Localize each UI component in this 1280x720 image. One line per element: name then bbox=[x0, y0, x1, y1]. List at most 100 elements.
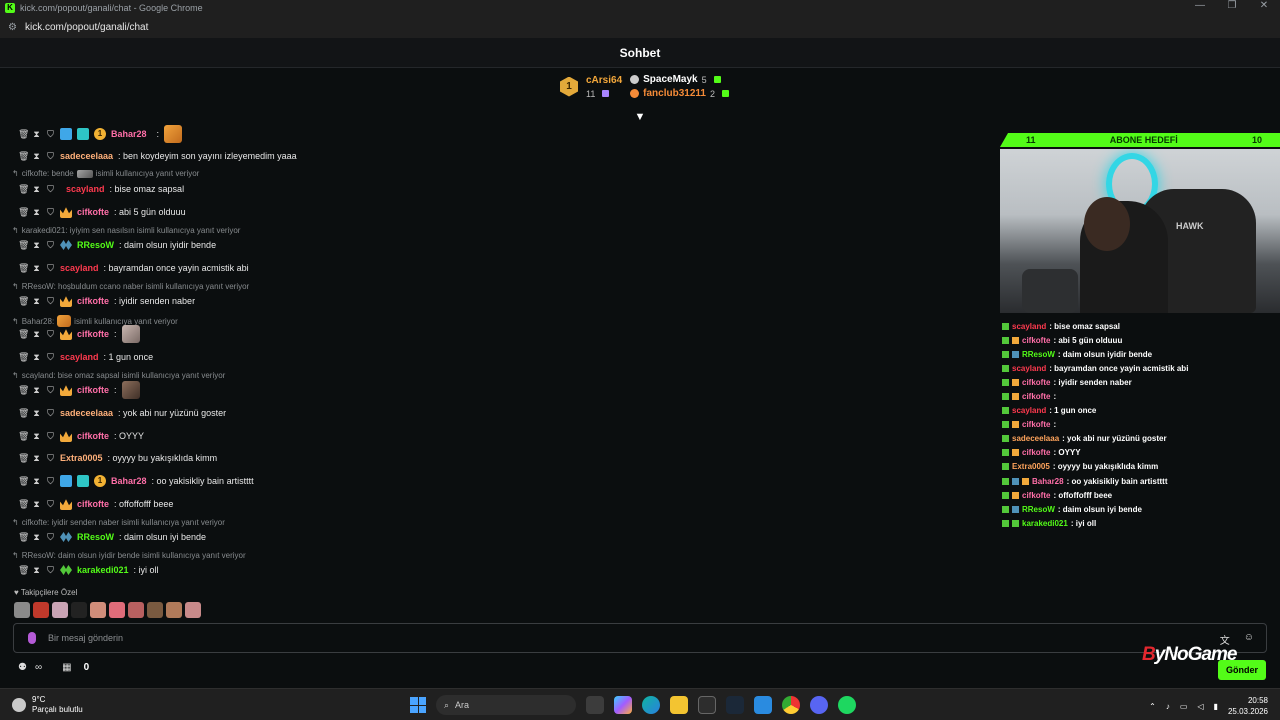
username[interactable]: Bahar28 bbox=[111, 476, 147, 486]
clock[interactable]: 20:58 25.03.2026 bbox=[1228, 695, 1268, 717]
delete-icon[interactable]: 🗑 bbox=[18, 263, 29, 274]
username[interactable]: cifkofte bbox=[77, 499, 109, 509]
maximize-button[interactable]: ❐ bbox=[1216, 0, 1248, 11]
timeout-icon[interactable]: ⧗ bbox=[32, 207, 41, 218]
timeout-icon[interactable]: ⧗ bbox=[32, 129, 41, 140]
emote-icon[interactable] bbox=[52, 602, 68, 618]
delete-icon[interactable]: 🗑 bbox=[18, 408, 29, 419]
delete-icon[interactable]: 🗑 bbox=[18, 532, 29, 543]
site-settings-icon[interactable]: ⚙ bbox=[8, 22, 17, 33]
ban-icon[interactable]: ⛉ bbox=[46, 329, 55, 340]
reply-context[interactable]: ↰ karakedi021: iyiyim sen nasılsın isimli… bbox=[12, 226, 240, 235]
delete-icon[interactable]: 🗑 bbox=[18, 385, 29, 396]
delete-icon[interactable]: 🗑 bbox=[18, 240, 29, 251]
ban-icon[interactable]: ⛉ bbox=[46, 263, 55, 274]
delete-icon[interactable]: 🗑 bbox=[18, 329, 29, 340]
windows-start-icon[interactable] bbox=[410, 697, 426, 713]
ban-icon[interactable]: ⛉ bbox=[46, 499, 55, 510]
delete-icon[interactable]: 🗑 bbox=[18, 431, 29, 442]
timeout-icon[interactable]: ⧗ bbox=[32, 329, 41, 340]
timeout-icon[interactable]: ⧗ bbox=[32, 352, 41, 363]
ban-icon[interactable]: ⛉ bbox=[46, 184, 55, 195]
username[interactable]: cifkofte bbox=[77, 207, 109, 217]
emote-icon[interactable] bbox=[14, 602, 30, 618]
mail-icon[interactable] bbox=[754, 696, 772, 714]
chat-message[interactable]: 🗑 ⧗ ⛉ Extra0005: oyyyy bu yakışıklıda kimm bbox=[18, 450, 217, 466]
delete-icon[interactable]: 🗑 bbox=[18, 184, 29, 195]
chat-message[interactable]: 🗑 ⧗ ⛉ scayland: bayramdan once yayin acmis… bbox=[18, 260, 249, 276]
ban-icon[interactable]: ⛉ bbox=[46, 453, 55, 464]
gifter-top[interactable]: cArsi64 11 bbox=[586, 75, 622, 99]
timeout-icon[interactable]: ⧗ bbox=[32, 408, 41, 419]
reply-context[interactable]: ↰ cifkofte: bende isimli kullanıcıya yanıt… bbox=[12, 169, 199, 178]
timeout-icon[interactable]: ⧗ bbox=[32, 476, 41, 487]
ban-icon[interactable]: ⛉ bbox=[46, 207, 55, 218]
ban-icon[interactable]: ⛉ bbox=[46, 565, 55, 576]
chat-message[interactable]: 🗑 ⧗ ⛉ 1 Bahar28: bbox=[18, 125, 183, 143]
task-view-icon[interactable] bbox=[586, 696, 604, 714]
chat-message[interactable]: 🗑 ⧗ ⛉ RResoW: daim olsun iyidir bende bbox=[18, 237, 216, 253]
store-icon[interactable] bbox=[698, 696, 716, 714]
username[interactable]: cifkofte bbox=[77, 296, 109, 306]
gifter-row[interactable]: SpaceMayk 5 bbox=[630, 74, 729, 85]
send-button[interactable]: Gönder bbox=[1218, 660, 1266, 680]
delete-icon[interactable]: 🗑 bbox=[18, 129, 29, 140]
reply-context[interactable]: ↰ RResoW: daim olsun iyidir bende isimli … bbox=[12, 551, 246, 560]
emote-icon[interactable] bbox=[147, 602, 163, 618]
ban-icon[interactable]: ⛉ bbox=[46, 532, 55, 543]
delete-icon[interactable]: 🗑 bbox=[18, 499, 29, 510]
chevron-up-icon[interactable]: ⌃ bbox=[1149, 702, 1156, 711]
timeout-icon[interactable]: ⧗ bbox=[32, 532, 41, 543]
reply-context[interactable]: ↰ scayland: bise omaz sapsal isimli kulla… bbox=[12, 371, 225, 380]
spotify-icon[interactable] bbox=[838, 696, 856, 714]
scroll-down-icon[interactable]: ▼ bbox=[634, 111, 646, 123]
reply-context[interactable]: ↰ cifkofte: iyidir senden naber isimli ku… bbox=[12, 518, 225, 527]
ban-icon[interactable]: ⛉ bbox=[46, 476, 55, 487]
emoji-icon[interactable]: ☺ bbox=[1244, 632, 1254, 647]
network-icon[interactable]: ▭ bbox=[1180, 702, 1188, 711]
timeout-icon[interactable]: ⧗ bbox=[32, 240, 41, 251]
volume-icon[interactable]: ◁ bbox=[1197, 702, 1203, 711]
steam-icon[interactable] bbox=[726, 696, 744, 714]
timeout-icon[interactable]: ⧗ bbox=[32, 296, 41, 307]
users-icon[interactable]: ⚉ bbox=[18, 662, 27, 673]
chat-message[interactable]: 🗑 ⧗ ⛉ karakedi021: iyi oll bbox=[18, 562, 159, 578]
timeout-icon[interactable]: ⧗ bbox=[32, 499, 41, 510]
emote-icon[interactable] bbox=[90, 602, 106, 618]
gifter-name[interactable]: fanclub31211 bbox=[643, 88, 706, 99]
url-text[interactable]: kick.com/popout/ganali/chat bbox=[25, 22, 148, 33]
mic-tray-icon[interactable]: ♪ bbox=[1166, 702, 1170, 711]
ban-icon[interactable]: ⛉ bbox=[46, 151, 55, 162]
ban-icon[interactable]: ⛉ bbox=[46, 296, 55, 307]
username[interactable]: sadeceelaaa bbox=[60, 151, 113, 161]
emote-icon[interactable] bbox=[185, 602, 201, 618]
chat-message[interactable]: 🗑 ⧗ ⛉ cifkofte: OYYY bbox=[18, 428, 144, 444]
username[interactable]: sadeceelaaa bbox=[60, 408, 113, 418]
delete-icon[interactable]: 🗑 bbox=[18, 352, 29, 363]
minimize-button[interactable]: — bbox=[1184, 0, 1216, 11]
delete-icon[interactable]: 🗑 bbox=[18, 453, 29, 464]
delete-icon[interactable]: 🗑 bbox=[18, 565, 29, 576]
delete-icon[interactable]: 🗑 bbox=[18, 151, 29, 162]
username[interactable]: karakedi021 bbox=[77, 565, 129, 575]
emote-icon[interactable] bbox=[71, 602, 87, 618]
chat-message[interactable]: 🗑 ⧗ ⛉ sadeceelaaa: yok abi nur yüzünü gost… bbox=[18, 405, 226, 421]
chat-message[interactable]: 🗑 ⧗ ⛉ cifkofte: iyidir senden naber bbox=[18, 293, 195, 309]
username[interactable]: scayland bbox=[60, 352, 99, 362]
delete-icon[interactable]: 🗑 bbox=[18, 476, 29, 487]
gift-icon[interactable]: ▦ bbox=[62, 662, 71, 673]
chrome-icon[interactable] bbox=[782, 696, 800, 714]
ban-icon[interactable]: ⛉ bbox=[46, 129, 55, 140]
message-input[interactable]: Bir mesaj gönderin 文 ☺ bbox=[13, 623, 1267, 653]
timeout-icon[interactable]: ⧗ bbox=[32, 431, 41, 442]
battery-icon[interactable]: ▮ bbox=[1214, 702, 1218, 711]
username[interactable]: cifkofte bbox=[77, 431, 109, 441]
username[interactable]: cifkofte bbox=[77, 329, 109, 339]
discord-icon[interactable] bbox=[810, 696, 828, 714]
delete-icon[interactable]: 🗑 bbox=[18, 296, 29, 307]
chat-message[interactable]: 🗑 ⧗ ⛉ cifkofte: abi 5 gün olduuu bbox=[18, 204, 186, 220]
ban-icon[interactable]: ⛉ bbox=[46, 385, 55, 396]
reply-context[interactable]: ↰ RResoW: hoşbuldum ccano naber isimli ku… bbox=[12, 282, 249, 291]
taskbar-search[interactable]: ⌕ Ara bbox=[436, 695, 576, 715]
emote-icon[interactable] bbox=[109, 602, 125, 618]
